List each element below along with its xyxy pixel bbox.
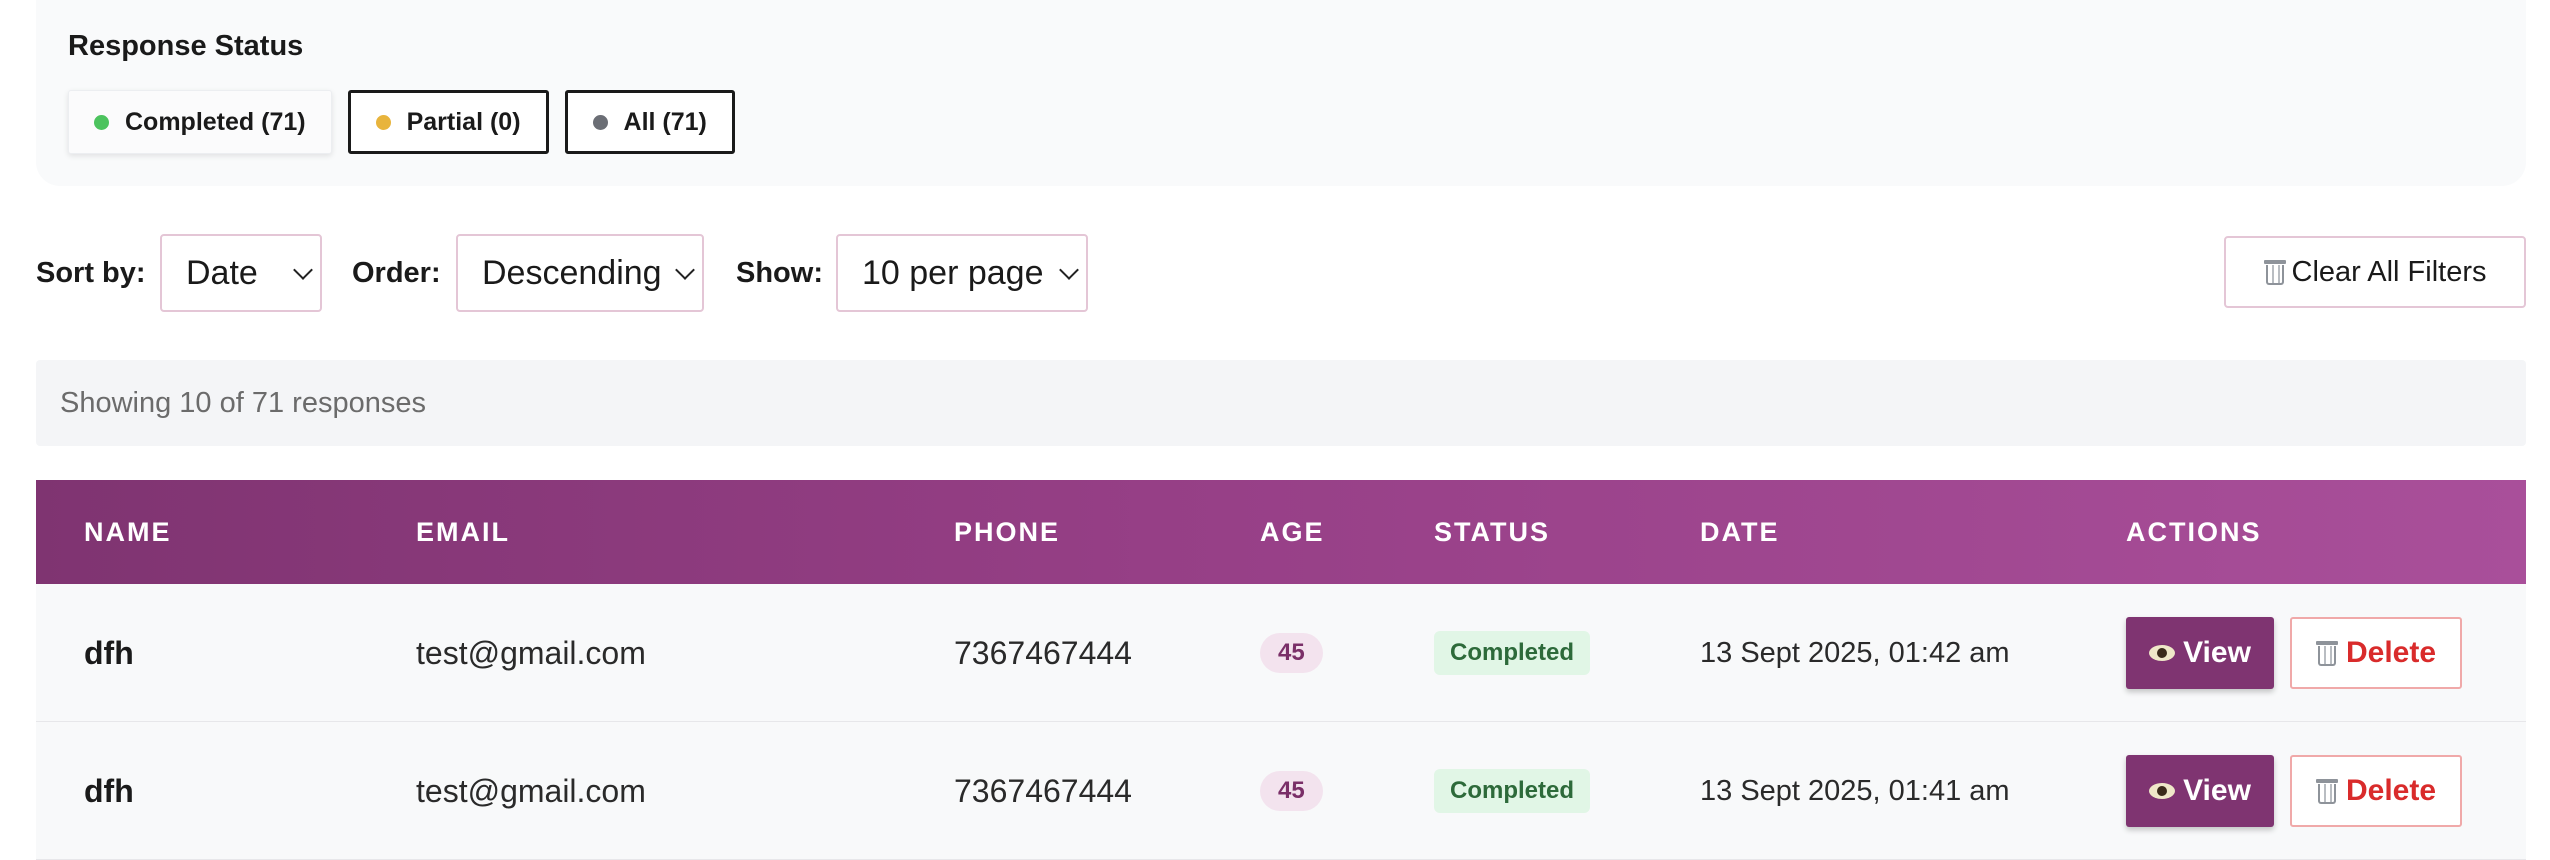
table-header: NAME EMAIL PHONE AGE STATUS DATE ACTIONS	[36, 480, 2526, 584]
delete-button-label: Delete	[2345, 774, 2437, 807]
row-email: test@gmail.com	[416, 772, 646, 809]
trash-icon	[2315, 777, 2338, 805]
filter-partial-button[interactable]: Partial (0)	[347, 90, 549, 154]
page-size-value: 10 per page	[862, 254, 1044, 292]
status-filter-group: Completed (71) Partial (0) All (71)	[68, 90, 735, 154]
completed-dot-icon	[94, 114, 109, 130]
clear-all-filters-label: Clear All Filters	[2291, 255, 2487, 288]
order-select[interactable]: Descending	[456, 234, 704, 312]
header-phone: PHONE	[954, 517, 1061, 547]
eye-icon	[2149, 783, 2176, 799]
responses-table: NAME EMAIL PHONE AGE STATUS DATE ACTIONS…	[36, 480, 2526, 860]
trash-icon	[2315, 639, 2338, 667]
view-button[interactable]: View	[2126, 755, 2274, 827]
age-badge: 45	[1260, 771, 1323, 811]
sort-controls: Sort by: Date Order: Descending Show: 10…	[36, 234, 2526, 312]
response-status-title: Response Status	[68, 30, 304, 62]
row-date: 13 Sept 2025, 01:42 am	[1700, 636, 2010, 669]
all-dot-icon	[592, 114, 608, 130]
header-age: AGE	[1260, 517, 1325, 547]
page-size-select[interactable]: 10 per page	[836, 234, 1088, 312]
age-badge: 45	[1260, 633, 1323, 673]
row-phone: 7367467444	[954, 634, 1132, 671]
partial-dot-icon	[375, 114, 391, 130]
filter-completed-label: Completed (71)	[125, 107, 306, 136]
table-row[interactable]: dfh test@gmail.com 7367467444 45 Complet…	[36, 722, 2526, 860]
filter-partial-label: Partial (0)	[406, 107, 521, 136]
table-row[interactable]: dfh test@gmail.com 7367467444 45 Complet…	[36, 584, 2526, 722]
delete-button[interactable]: Delete	[2290, 755, 2462, 827]
header-email: EMAIL	[416, 517, 510, 547]
sort-by-label: Sort by:	[36, 257, 146, 289]
chevron-down-icon	[1059, 260, 1079, 280]
trash-icon	[2263, 258, 2286, 286]
view-button-label: View	[2183, 636, 2251, 669]
delete-button[interactable]: Delete	[2290, 617, 2462, 689]
header-date: DATE	[1700, 517, 1780, 547]
clear-all-filters-button[interactable]: Clear All Filters	[2224, 236, 2526, 308]
sort-by-value: Date	[186, 254, 258, 292]
results-count-bar: Showing 10 of 71 responses	[36, 360, 2526, 446]
eye-icon	[2149, 645, 2176, 661]
header-name: NAME	[84, 517, 172, 547]
row-date: 13 Sept 2025, 01:41 am	[1700, 774, 2010, 807]
chevron-down-icon	[675, 260, 695, 280]
header-status: STATUS	[1434, 517, 1550, 547]
row-phone: 7367467444	[954, 772, 1132, 809]
sort-by-select[interactable]: Date	[160, 234, 322, 312]
header-actions: ACTIONS	[2126, 517, 2262, 547]
view-button[interactable]: View	[2126, 617, 2274, 689]
status-badge: Completed	[1434, 769, 1591, 813]
filter-all-button[interactable]: All (71)	[564, 90, 735, 154]
view-button-label: View	[2183, 774, 2251, 807]
chevron-down-icon	[293, 260, 313, 280]
order-label: Order:	[352, 257, 441, 289]
row-email: test@gmail.com	[416, 634, 646, 671]
order-value: Descending	[482, 254, 662, 292]
row-name: dfh	[84, 634, 134, 671]
status-badge: Completed	[1434, 631, 1591, 675]
filter-all-label: All (71)	[623, 107, 707, 136]
delete-button-label: Delete	[2345, 636, 2437, 669]
row-name: dfh	[84, 772, 134, 809]
response-status-panel: Response Status Completed (71) Partial (…	[36, 0, 2526, 186]
results-count-text: Showing 10 of 71 responses	[60, 387, 426, 419]
filter-completed-button[interactable]: Completed (71)	[68, 90, 332, 154]
show-label: Show:	[736, 257, 823, 289]
